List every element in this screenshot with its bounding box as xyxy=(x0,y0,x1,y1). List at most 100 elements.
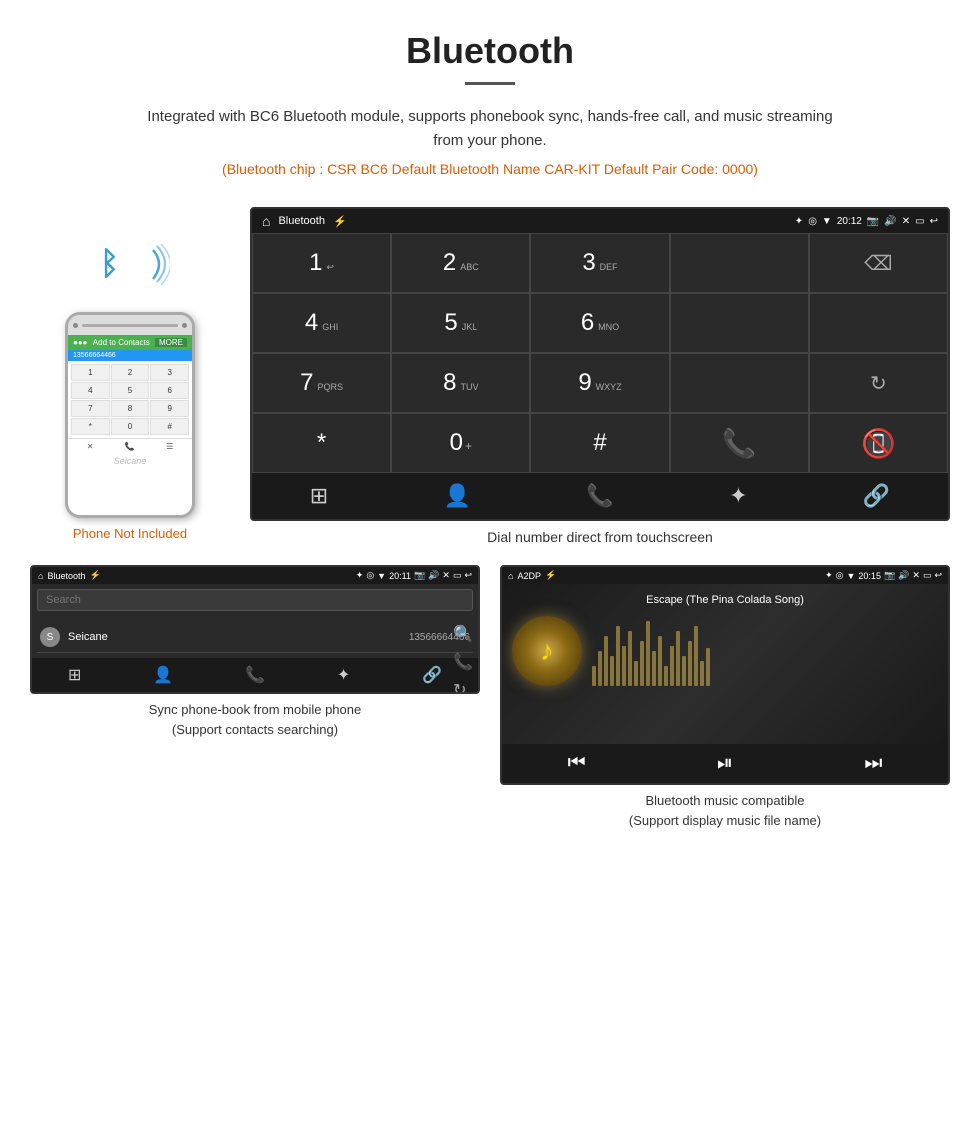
search-side-icon[interactable]: 🔍 xyxy=(453,624,473,644)
next-button[interactable]: ⏭ xyxy=(864,752,882,775)
phone-camera-dot xyxy=(73,323,78,328)
music-home-icon: ⌂ xyxy=(508,571,513,581)
nav-link-btn[interactable]: 🔗 xyxy=(863,483,890,509)
key-0[interactable]: 0+ xyxy=(391,413,530,473)
backspace-icon: ⌫ xyxy=(864,251,892,276)
key-hash[interactable]: # xyxy=(530,413,669,473)
nav-bluetooth-btn[interactable]: ✦ xyxy=(729,483,747,509)
bt-status-icon: ✦ xyxy=(795,216,803,227)
pb-win-icon: ▭ xyxy=(453,570,462,581)
key-7[interactable]: 7PQRS xyxy=(252,353,391,413)
music-time: 20:15 xyxy=(858,571,881,581)
phone-mockup: ●●●Add to ContactsMORE 13566664466 1 2 3… xyxy=(65,312,195,518)
viz-bar-15 xyxy=(676,631,680,686)
key-star[interactable]: * xyxy=(252,413,391,473)
statusbar-app-name: Bluetooth xyxy=(278,215,324,227)
phonebook-bottom-nav: ⊞ 👤 📞 ✦ 🔗 xyxy=(32,658,478,692)
key-6[interactable]: 6MNO xyxy=(530,293,669,353)
signal-icon: ▼ xyxy=(822,216,832,227)
key-8[interactable]: 8TUV xyxy=(391,353,530,413)
call-side-icon[interactable]: 📞 xyxy=(453,652,473,672)
pb-statusbar-right: ✦ ◎ ▼ 20:11 📷 🔊 ✕ ▭ ↩ xyxy=(356,570,472,581)
viz-bar-1 xyxy=(592,666,596,686)
phone-key-9[interactable]: 9 xyxy=(150,400,189,417)
key-2[interactable]: 2ABC xyxy=(391,233,530,293)
phone-key-star[interactable]: * xyxy=(71,418,110,435)
play-pause-button[interactable]: ⏯ xyxy=(717,752,733,775)
viz-bar-20 xyxy=(706,648,710,686)
phone-key-2[interactable]: 2 xyxy=(111,364,150,381)
music-statusbar-right: ✦ ◎ ▼ 20:15 📷 🔊 ✕ ▭ ↩ xyxy=(825,570,942,581)
pb-nav-phone[interactable]: 📞 xyxy=(245,665,265,685)
phone-key-hash[interactable]: # xyxy=(150,418,189,435)
refresh-icon: ↻ xyxy=(870,371,887,396)
music-back-icon[interactable]: ↩ xyxy=(934,570,942,581)
pb-camera-icon: 📷 xyxy=(414,570,425,581)
phone-key-1[interactable]: 1 xyxy=(71,364,110,381)
phone-key-0[interactable]: 0 xyxy=(111,418,150,435)
main-content: ᛒ ●●●Add to ContactsMORE 13566664466 xyxy=(0,207,980,560)
phone-key-8[interactable]: 8 xyxy=(111,400,150,417)
key-1[interactable]: 1↩ xyxy=(252,233,391,293)
dialpad-container: 1↩ 2ABC 3DEF ⌫ 4GHI 5JKL xyxy=(252,233,948,473)
large-screen-caption: Dial number direct from touchscreen xyxy=(250,529,950,545)
pb-nav-dialpad[interactable]: ⊞ xyxy=(68,665,81,685)
call-red-key[interactable]: 📵 xyxy=(809,413,948,473)
nav-dialpad-btn[interactable]: ⊞ xyxy=(310,483,328,509)
nav-contacts-btn[interactable]: 👤 xyxy=(444,483,471,509)
pb-usb-icon: ⚡ xyxy=(89,570,100,581)
title-divider xyxy=(465,82,515,85)
contact-avatar: S xyxy=(40,627,60,647)
viz-bar-3 xyxy=(604,636,608,686)
large-car-screen: ⌂ Bluetooth ⚡ ✦ ◎ ▼ 20:12 📷 🔊 ✕ ▭ ↩ xyxy=(250,207,950,560)
phonebook-screen-block: ⌂ Bluetooth ⚡ ✦ ◎ ▼ 20:11 📷 🔊 ✕ ▭ ↩ xyxy=(30,565,480,835)
phonebook-search-input[interactable] xyxy=(37,589,473,611)
music-close-icon: ✕ xyxy=(912,570,920,581)
key-5[interactable]: 5JKL xyxy=(391,293,530,353)
call-red-icon: 📵 xyxy=(861,427,896,460)
phonebook-statusbar: ⌂ Bluetooth ⚡ ✦ ◎ ▼ 20:11 📷 🔊 ✕ ▭ ↩ xyxy=(32,567,478,584)
prev-button[interactable]: ⏮ xyxy=(568,752,586,775)
dialpad-empty-2 xyxy=(670,293,809,353)
refresh-key[interactable]: ↻ xyxy=(809,353,948,413)
phonebook-android-screen: ⌂ Bluetooth ⚡ ✦ ◎ ▼ 20:11 📷 🔊 ✕ ▭ ↩ xyxy=(30,565,480,694)
phone-key-6[interactable]: 6 xyxy=(150,382,189,399)
contact-name: Seicane xyxy=(68,631,409,643)
window-icon: ▭ xyxy=(915,216,924,227)
phone-bottom-row: ✕ 📞 ☰ xyxy=(68,438,192,454)
pb-nav-contacts[interactable]: 👤 xyxy=(153,665,173,685)
phone-key-7[interactable]: 7 xyxy=(71,400,110,417)
dialpad-empty-3 xyxy=(809,293,948,353)
phone-key-3[interactable]: 3 xyxy=(150,364,189,381)
home-icon[interactable]: ⌂ xyxy=(262,213,270,229)
location-icon: ◎ xyxy=(808,216,817,227)
key-4[interactable]: 4GHI xyxy=(252,293,391,353)
phone-key-5[interactable]: 5 xyxy=(111,382,150,399)
music-screen-block: ⌂ A2DP ⚡ ✦ ◎ ▼ 20:15 📷 🔊 ✕ ▭ ↩ xyxy=(500,565,950,835)
refresh-side-icon[interactable]: ↻ xyxy=(453,680,473,694)
music-location-icon: ◎ xyxy=(836,570,844,581)
music-usb-icon: ⚡ xyxy=(545,570,556,581)
camera-icon: 📷 xyxy=(867,216,879,227)
bluetooth-waves-icon xyxy=(125,242,170,287)
back-icon[interactable]: ↩ xyxy=(930,216,938,227)
viz-bar-16 xyxy=(682,656,686,686)
pb-nav-bt[interactable]: ✦ xyxy=(337,665,350,685)
pb-statusbar-left: ⌂ Bluetooth ⚡ xyxy=(38,570,101,581)
phone-key-4[interactable]: 4 xyxy=(71,382,110,399)
phone-call-btn[interactable]: 📞 xyxy=(125,442,135,451)
page-header: Bluetooth Integrated with BC6 Bluetooth … xyxy=(0,0,980,207)
pb-close-icon: ✕ xyxy=(442,570,450,581)
dialpad-empty-1 xyxy=(670,233,809,293)
statusbar-right: ✦ ◎ ▼ 20:12 📷 🔊 ✕ ▭ ↩ xyxy=(795,216,938,227)
specs-line: (Bluetooth chip : CSR BC6 Default Blueto… xyxy=(20,161,960,177)
viz-bar-4 xyxy=(610,656,614,686)
call-green-key[interactable]: 📞 xyxy=(670,413,809,473)
pb-nav-link[interactable]: 🔗 xyxy=(422,665,442,685)
key-9[interactable]: 9WXYZ xyxy=(530,353,669,413)
pb-back-icon[interactable]: ↩ xyxy=(464,570,472,581)
key-3[interactable]: 3DEF xyxy=(530,233,669,293)
time-display: 20:12 xyxy=(837,216,862,227)
nav-phone-btn[interactable]: 📞 xyxy=(586,483,613,509)
backspace-key[interactable]: ⌫ xyxy=(809,233,948,293)
